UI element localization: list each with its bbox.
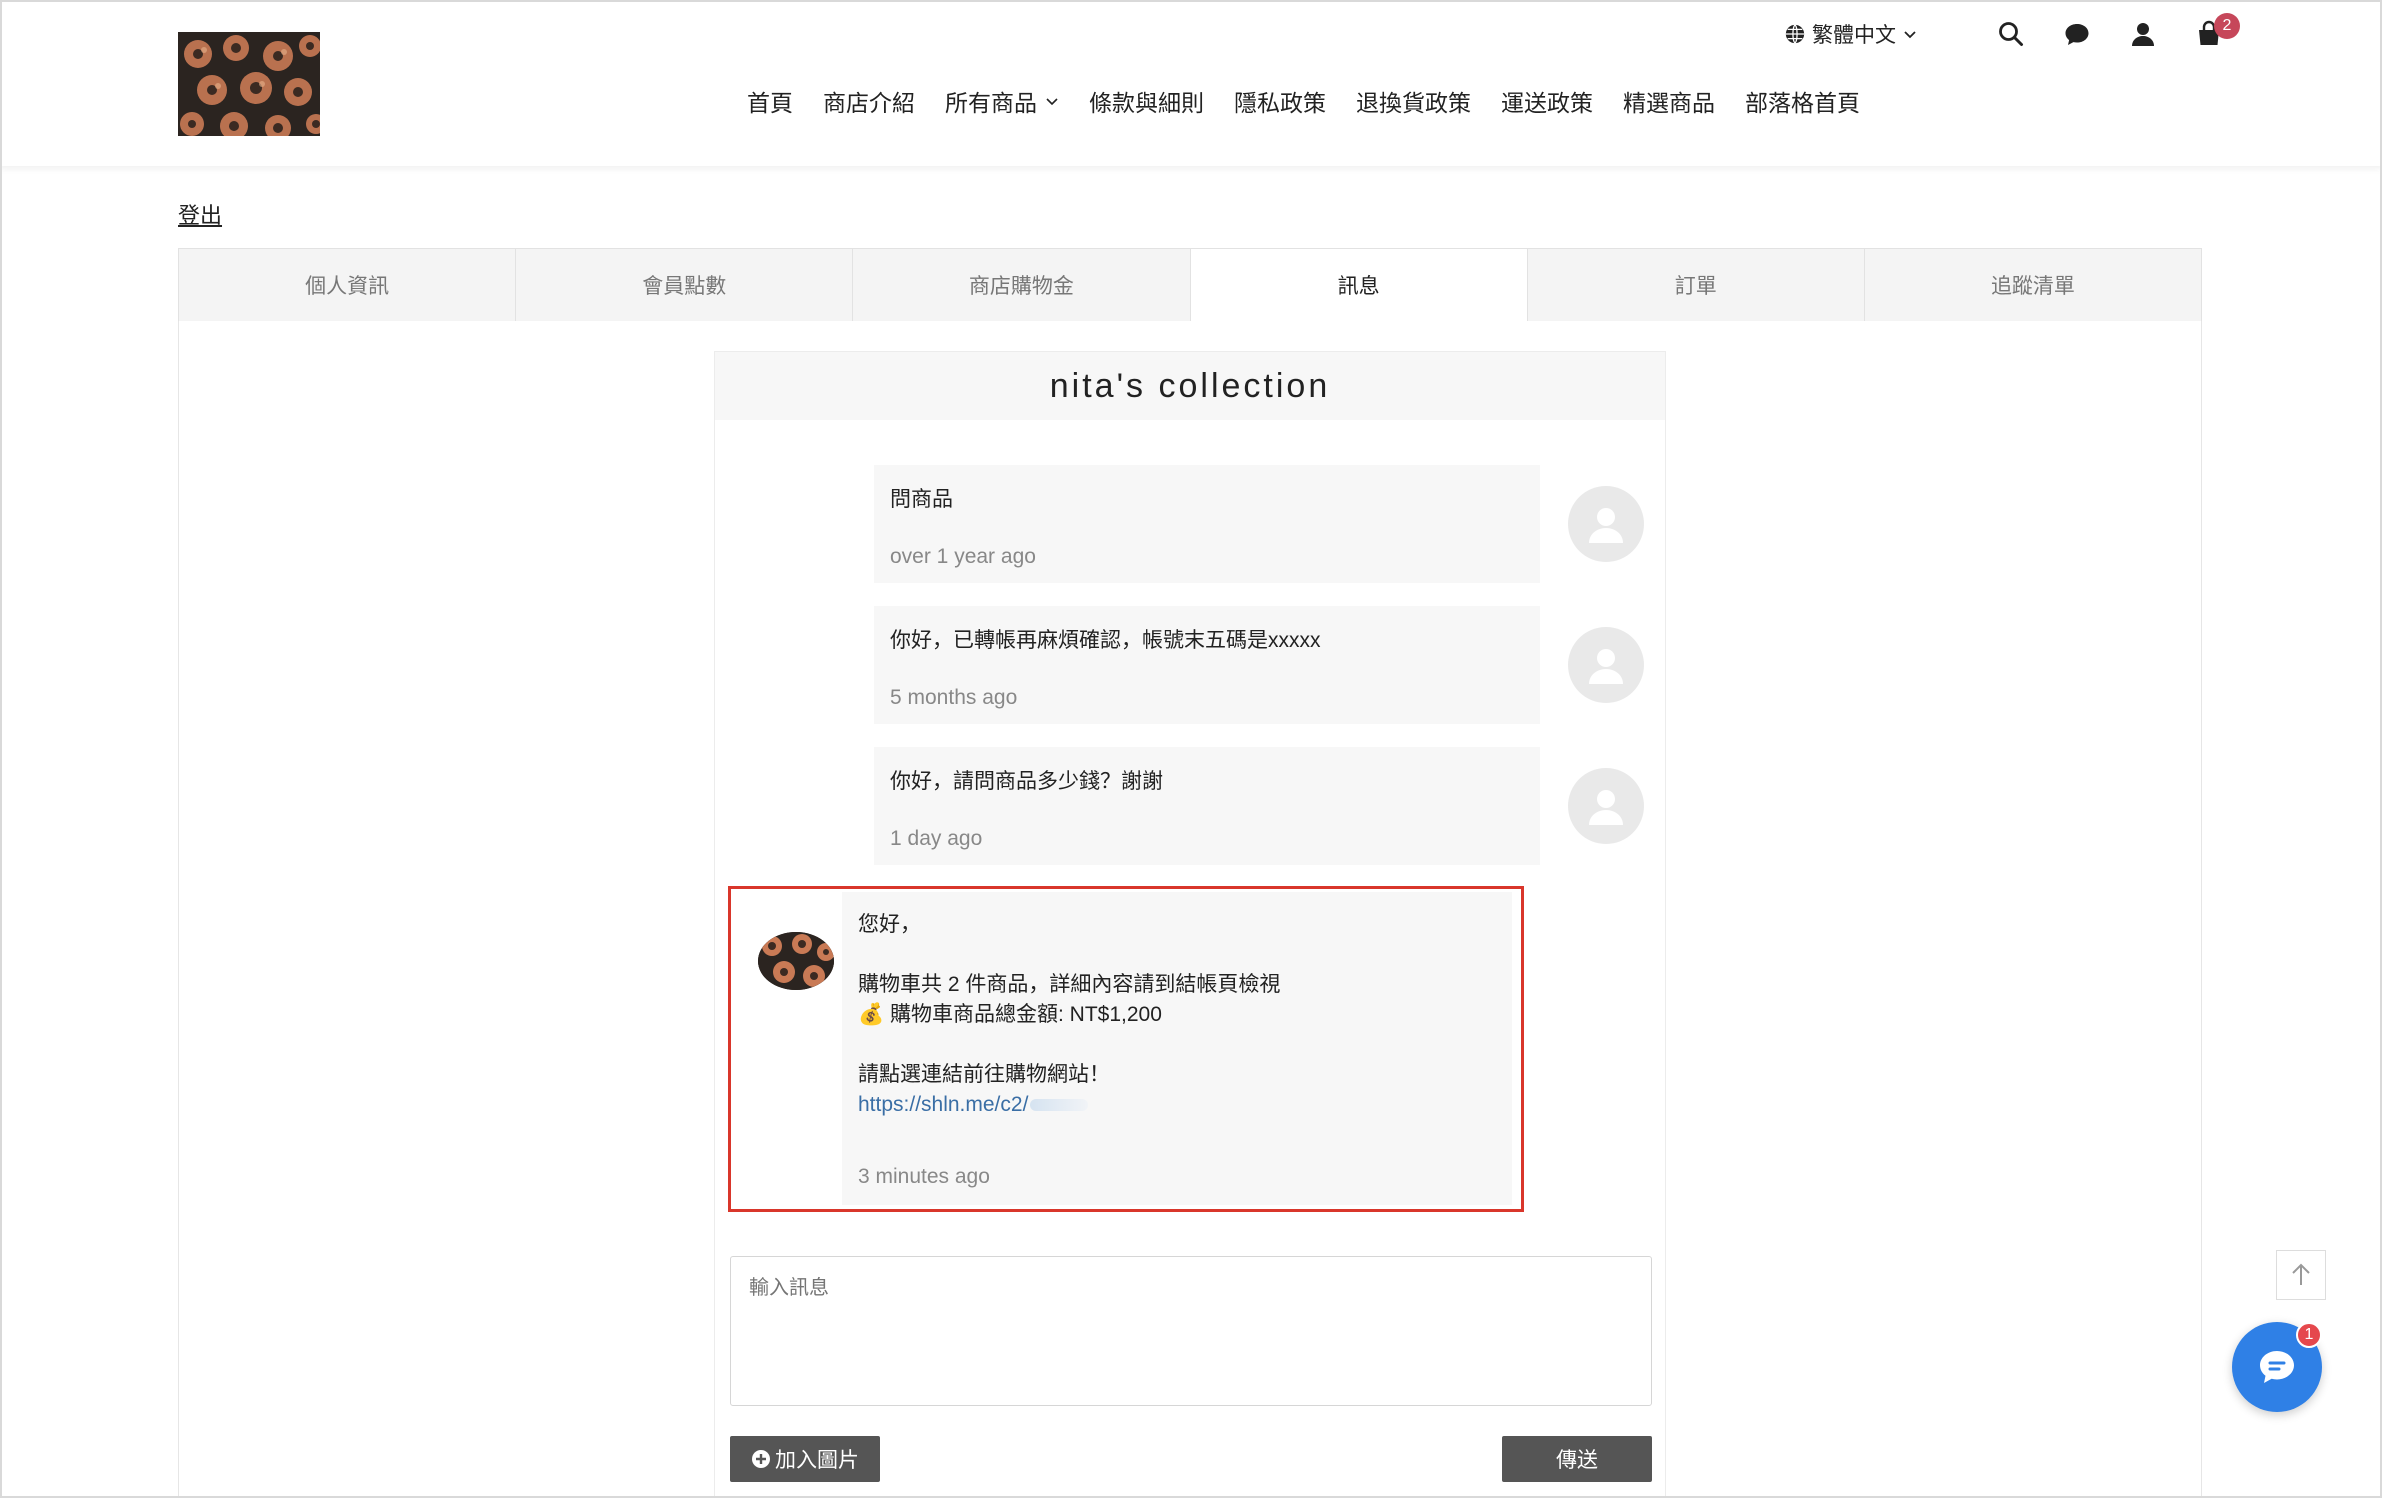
cart-summary-text: 購物車共 2 件商品，詳細內容請到結帳頁檢視: [858, 973, 1281, 996]
redacted-link-part: [1030, 1099, 1089, 1112]
search-icon: [1999, 22, 2023, 46]
message-bubble: 你好，請問商品多少錢？謝謝 1 day ago: [874, 747, 1540, 865]
tab-wishlist[interactable]: 追蹤清單: [1864, 249, 2202, 321]
logout-link[interactable]: 登出: [178, 198, 222, 230]
account-button[interactable]: [2126, 17, 2160, 51]
nav-terms[interactable]: 條款與細則: [1089, 84, 1204, 118]
plus-circle-icon: [752, 1450, 770, 1468]
cart-link[interactable]: https://shln.me/c2/: [858, 1093, 1028, 1116]
customer-avatar: [1568, 486, 1644, 562]
add-image-label: 加入圖片: [775, 1449, 859, 1472]
message-time: 3 minutes ago: [858, 1165, 990, 1188]
chevron-down-icon: [1046, 98, 1058, 106]
user-icon: [2132, 23, 2154, 46]
nav-all-products-label: 所有商品: [945, 90, 1037, 116]
message-text: 你好，請問商品多少錢？謝謝: [890, 770, 1163, 793]
nav-blog[interactable]: 部落格首頁: [1745, 84, 1860, 118]
site-header: 繁體中文 2 首頁 商店介紹 所有商品 條款與細則 隱私政策 退換貨政策 運送政…: [0, 0, 2382, 166]
send-button[interactable]: 傳送: [1502, 1436, 1652, 1482]
message-bubble: 問商品 over 1 year ago: [874, 465, 1540, 583]
store-message: 您好， 購物車共 2 件商品，詳細內容請到結帳頁檢視 💰 購物車商品總金額: N…: [742, 892, 1524, 1205]
nav-about[interactable]: 商店介紹: [823, 84, 915, 118]
message-time: 5 months ago: [890, 686, 1018, 709]
store-avatar: [758, 932, 834, 990]
language-selector[interactable]: 繁體中文: [1784, 19, 1918, 49]
message-input[interactable]: [730, 1256, 1652, 1406]
cart-button[interactable]: 2: [2192, 13, 2240, 51]
tab-member-points[interactable]: 會員點數: [516, 249, 854, 321]
chevron-down-icon: [1904, 31, 1916, 39]
cart-count-badge: 2: [2214, 13, 2240, 39]
link-prompt-text: 請點選連結前往購物網站！: [858, 1063, 1110, 1086]
message-time: 1 day ago: [890, 827, 983, 850]
store-message-bubble: 您好， 購物車共 2 件商品，詳細內容請到結帳頁檢視 💰 購物車商品總金額: N…: [842, 892, 1512, 1205]
messages-button[interactable]: [2060, 17, 2094, 51]
language-label: 繁體中文: [1812, 24, 1896, 47]
nav-shipping[interactable]: 運送政策: [1501, 84, 1593, 118]
chat-notification-badge: 1: [2296, 1322, 2322, 1348]
store-greeting: 您好，: [858, 913, 921, 936]
arrow-up-icon: [2292, 1263, 2310, 1285]
chat-widget-icon: [2260, 1351, 2294, 1383]
message-text: 問商品: [890, 488, 953, 511]
chat-title: nita's collection: [715, 352, 1665, 420]
default-user-icon: [1589, 790, 1623, 825]
flower-avatar-image: [758, 932, 834, 990]
cart-total-text: 💰 購物車商品總金額: NT$1,200: [858, 1003, 1162, 1026]
scroll-to-top-button[interactable]: [2276, 1250, 2326, 1300]
tab-profile[interactable]: 個人資訊: [179, 249, 517, 321]
account-tabs: 個人資訊 會員點數 商店購物金 訊息 訂單 追蹤清單: [178, 248, 2202, 322]
nav-featured[interactable]: 精選商品: [1623, 84, 1715, 118]
message-time: over 1 year ago: [890, 545, 1036, 568]
nav-home[interactable]: 首頁: [747, 84, 793, 118]
customer-avatar: [1568, 627, 1644, 703]
tab-store-credit[interactable]: 商店購物金: [853, 249, 1191, 321]
globe-icon: [1785, 24, 1805, 44]
customer-avatar: [1568, 768, 1644, 844]
default-user-icon: [1589, 508, 1623, 543]
nav-all-products[interactable]: 所有商品: [945, 84, 1059, 118]
message-bubble: 你好，已轉帳再麻煩確認，帳號末五碼是xxxxx 5 months ago: [874, 606, 1540, 724]
cart-link-row: https://shln.me/c2/: [858, 1090, 1496, 1120]
tab-messages[interactable]: 訊息: [1190, 249, 1528, 321]
nav-returns[interactable]: 退換貨政策: [1356, 84, 1471, 118]
header-utilities: 繁體中文 2: [1784, 13, 2240, 54]
nav-privacy[interactable]: 隱私政策: [1234, 84, 1326, 118]
tab-orders[interactable]: 訂單: [1527, 249, 1865, 321]
default-user-icon: [1589, 649, 1623, 684]
add-image-button[interactable]: 加入圖片: [730, 1436, 880, 1482]
message-text: 你好，已轉帳再麻煩確認，帳號末五碼是xxxxx: [890, 629, 1321, 652]
search-button[interactable]: [1994, 17, 2028, 51]
chat-bubble-icon: [2065, 24, 2089, 45]
main-navigation: 首頁 商店介紹 所有商品 條款與細則 隱私政策 退換貨政策 運送政策 精選商品 …: [0, 84, 2382, 118]
